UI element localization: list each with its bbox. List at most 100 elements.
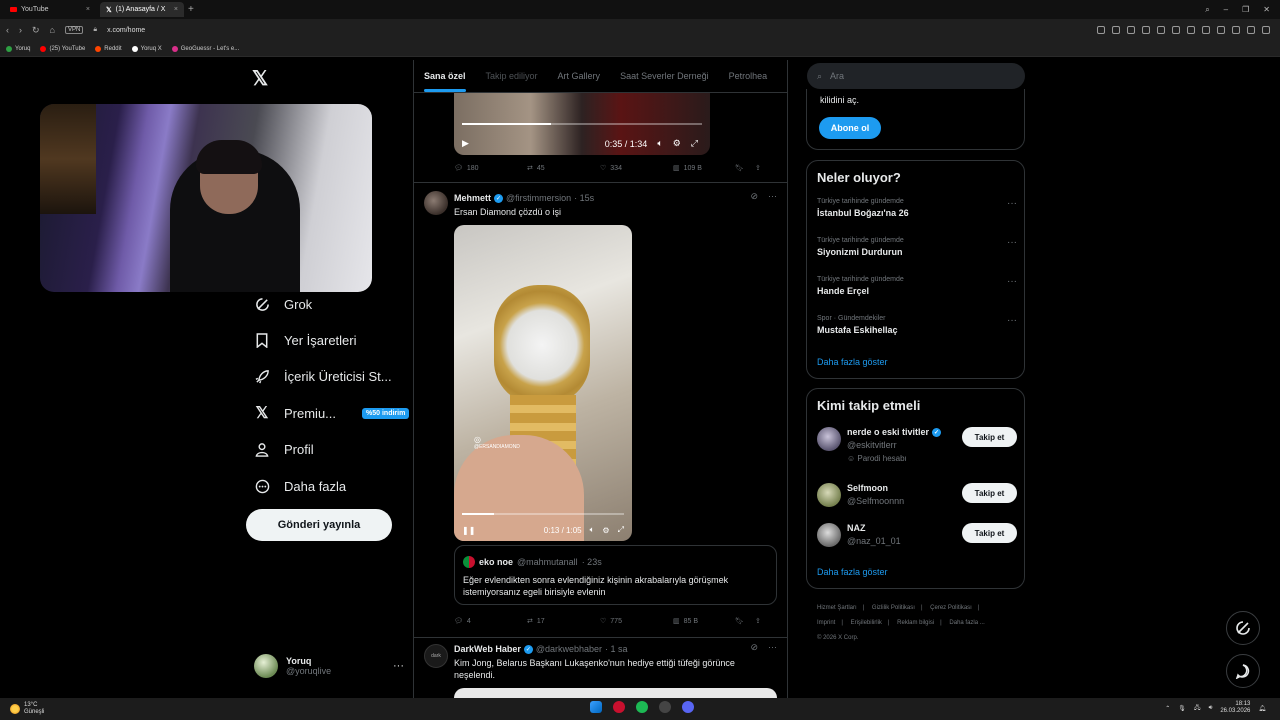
obs-icon[interactable] [659, 701, 671, 713]
tab-for-you[interactable]: Sana özel [424, 71, 466, 92]
extension-icon[interactable] [1142, 26, 1150, 34]
nav-item-profile[interactable]: Profil [254, 432, 409, 468]
video-progress-bar[interactable] [462, 123, 702, 125]
minimize-button[interactable]: – [1224, 5, 1228, 15]
like-button[interactable]: ♡ 334 [600, 164, 673, 173]
messages-floating-button[interactable] [1226, 654, 1260, 688]
quoted-tweet[interactable]: eko noe @mahmutanall · 23s Eğer evlendik… [454, 545, 777, 605]
opera-icon[interactable] [613, 701, 625, 713]
extension-icon[interactable] [1217, 26, 1225, 34]
extension-icon[interactable] [1127, 26, 1135, 34]
more-icon[interactable]: ··· [768, 642, 777, 653]
lock-icon[interactable]: 🔒︎ [93, 26, 97, 34]
footer-link[interactable]: Daha fazla ... [949, 620, 984, 626]
notification-icon[interactable]: 🔔︎ [1258, 705, 1266, 712]
maximize-button[interactable]: ❐ [1242, 5, 1249, 15]
x-logo-icon[interactable]: 𝕏 [252, 66, 268, 91]
trend-item[interactable]: Spor · Gündemdekiler Mustafa Eskihellaç … [817, 315, 1017, 335]
close-icon[interactable]: × [174, 6, 178, 13]
fullscreen-icon[interactable]: ⤢ [618, 525, 624, 535]
extension-icon[interactable] [1247, 26, 1255, 34]
extension-icon[interactable] [1232, 26, 1240, 34]
follow-button[interactable]: Takip et [962, 483, 1017, 503]
discord-icon[interactable] [682, 701, 694, 713]
trend-item[interactable]: Türkiye tarihinde gündemde Siyonizmi Dur… [817, 237, 1017, 257]
menu-icon[interactable] [1262, 26, 1270, 34]
footer-link[interactable]: Gizlilik Politikası [872, 605, 915, 611]
url-field[interactable]: x.com/home [107, 27, 145, 34]
nav-item-more[interactable]: Daha fazla [254, 468, 409, 504]
post-button[interactable]: Gönderi yayınla [246, 509, 392, 541]
share-button[interactable]: ⇪ [755, 164, 761, 172]
extension-icon[interactable] [1157, 26, 1165, 34]
trend-item[interactable]: Türkiye tarihinde gündemde Hande Erçel ·… [817, 276, 1017, 296]
vpn-badge[interactable]: VPN [64, 26, 84, 34]
show-more-link[interactable]: Daha fazla göster [817, 567, 888, 577]
bookmark-yoruq-x[interactable]: Yoruq X [131, 45, 162, 52]
account-switcher[interactable]: Yoruq @yoruqlive ··· [254, 654, 404, 678]
home-icon[interactable]: ⌂ [50, 25, 55, 35]
extension-icon[interactable] [1187, 26, 1195, 34]
more-icon[interactable]: ··· [1007, 198, 1017, 209]
more-icon[interactable]: ··· [1007, 315, 1017, 326]
follow-suggestion[interactable]: NAZ @naz_01_01 Takip et [817, 523, 1017, 563]
author-name[interactable]: Mehmett [454, 193, 491, 203]
footer-link[interactable]: Erişilebilirlik [851, 620, 882, 626]
extension-icon[interactable] [1112, 26, 1120, 34]
extension-icon[interactable] [1172, 26, 1180, 34]
play-icon[interactable]: ▶ [462, 138, 469, 149]
back-icon[interactable]: ‹ [6, 25, 9, 35]
trend-item[interactable]: Türkiye tarihinde gündemde İstanbul Boğa… [817, 198, 1017, 218]
avatar[interactable] [817, 483, 841, 507]
volume-icon[interactable]: 🔈︎ [590, 525, 595, 535]
show-more-link[interactable]: Daha fazla göster [817, 357, 888, 367]
tweet[interactable]: dark DarkWeb Haber ✓ @darkwebhaber · 1 s… [414, 637, 787, 698]
avatar[interactable]: dark [424, 644, 448, 668]
volume-icon[interactable]: 🔊︎ [1209, 705, 1213, 712]
tab-art-gallery[interactable]: Art Gallery [558, 71, 601, 81]
bookmark-reddit[interactable]: Reddit [95, 45, 122, 52]
video-player[interactable]: ▶ 0:35 / 1:34 🔈︎ ⚙︎ ⤢ [454, 93, 710, 155]
views-button[interactable]: ▥ 85 B [673, 617, 735, 626]
windows-start-icon[interactable] [590, 701, 602, 713]
more-icon[interactable]: ··· [1007, 237, 1017, 248]
author-handle[interactable]: @darkwebhaber [536, 644, 602, 654]
bookmark-button[interactable]: 🔖︎ [735, 617, 755, 625]
extension-icon[interactable] [1097, 26, 1105, 34]
mic-icon[interactable]: 🎙︎ [1178, 705, 1186, 712]
bookmark-button[interactable]: 🔖︎ [735, 164, 755, 172]
tweet-video[interactable]: ◎ @ERSANDIAMOND ❚❚ 0:13 / 1:05 🔈︎ ⚙︎ ⤢ [454, 225, 632, 541]
follow-suggestion[interactable]: Selfmoon @Selfmoonnn Takip et [817, 483, 1017, 523]
footer-link[interactable]: Çerez Politikası [930, 605, 972, 611]
follow-suggestion[interactable]: nerde o eski tivitler ✓ @eskitvitlerr ☺︎ … [817, 427, 1017, 467]
bookmark-youtube[interactable]: (25) YouTube [40, 45, 85, 52]
close-window-button[interactable]: ✕ [1263, 5, 1270, 15]
more-icon[interactable]: ··· [393, 660, 404, 672]
tweet[interactable]: Mehmett ✓ @firstimmersion · 15s ⊘ ··· Er… [414, 182, 787, 637]
new-tab-button[interactable]: + [188, 4, 194, 15]
bookmark-geoguessr[interactable]: GeoGuessr - Let's e... [171, 45, 239, 52]
views-button[interactable]: ▥ 109 B [673, 164, 735, 173]
more-icon[interactable]: ··· [768, 191, 777, 202]
footer-link[interactable]: Hizmet Şartları [817, 605, 857, 611]
footer-link[interactable]: Imprint [817, 620, 835, 626]
settings-icon[interactable]: ⚙︎ [602, 526, 609, 535]
forward-icon[interactable]: › [19, 25, 22, 35]
subscribe-button[interactable]: Abone ol [819, 117, 881, 139]
clock[interactable]: 18:13 26.03.2026 [1220, 701, 1250, 715]
nav-item-premium[interactable]: 𝕏 Premiu... %50 indirim [254, 395, 410, 431]
follow-button[interactable]: Takip et [962, 523, 1017, 543]
reload-icon[interactable]: ↻ [32, 25, 40, 36]
like-button[interactable]: ♡ 775 [600, 617, 673, 626]
search-input[interactable]: ⌕ Ara [807, 63, 1025, 89]
network-icon[interactable]: 🖧︎ [1194, 703, 1201, 713]
author-handle[interactable]: @firstimmersion [506, 193, 571, 203]
search-tabs-icon[interactable]: ⌕ [1205, 5, 1209, 15]
video-progress-bar[interactable] [462, 513, 624, 515]
grok-floating-button[interactable] [1226, 611, 1260, 645]
avatar[interactable] [817, 427, 841, 451]
tab-youtube[interactable]: YouTube × [4, 2, 96, 17]
bookmark-yoruq[interactable]: Yoruq [6, 45, 30, 52]
footer-link[interactable]: Reklam bilgisi [897, 620, 934, 626]
pause-icon[interactable]: ❚❚ [462, 526, 475, 535]
